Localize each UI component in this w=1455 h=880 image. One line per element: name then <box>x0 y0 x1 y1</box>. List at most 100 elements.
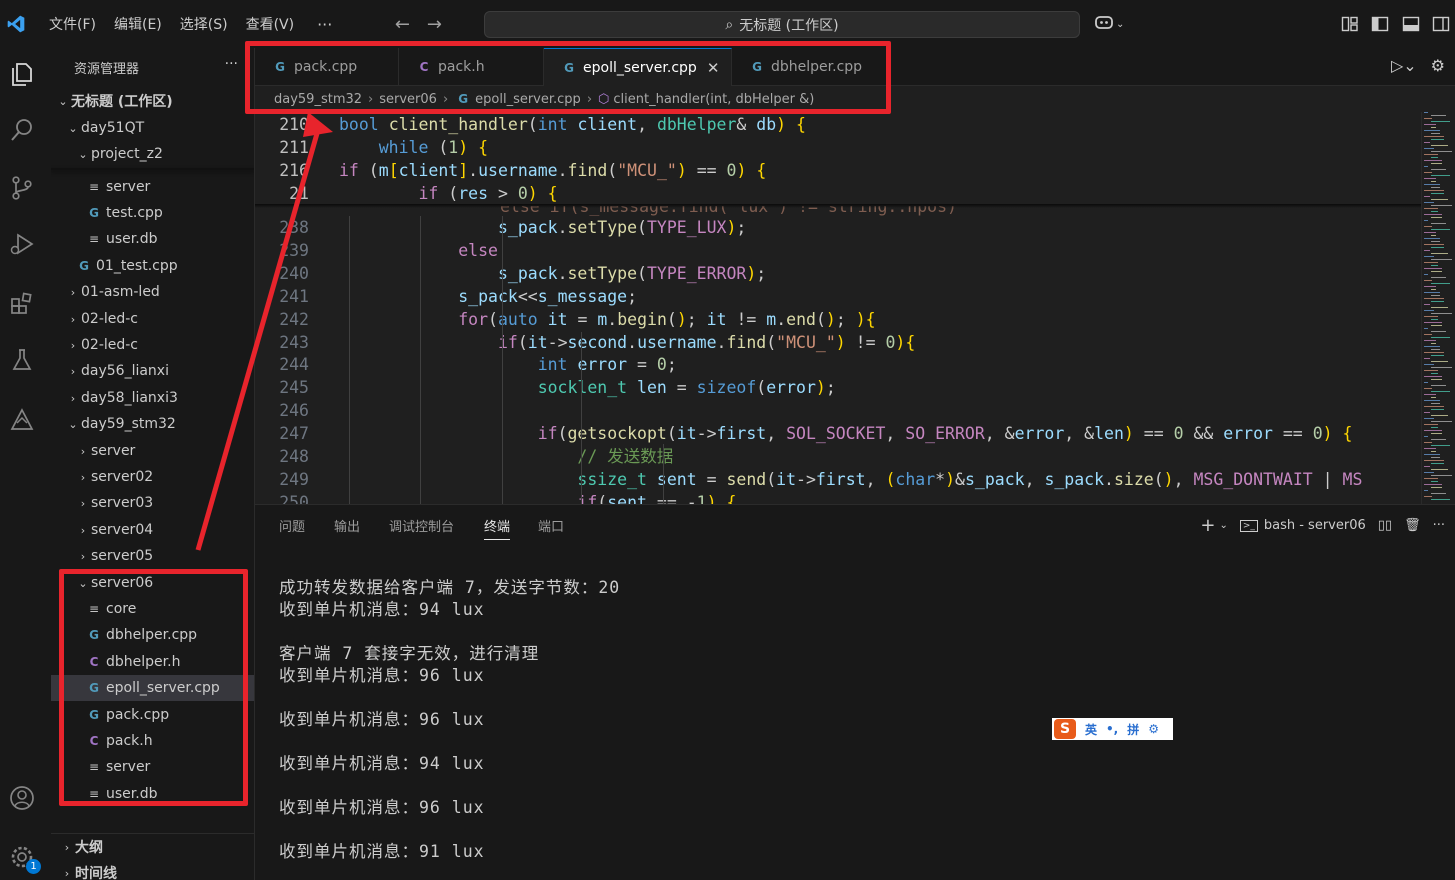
menu-selection[interactable]: 选择(S) <box>171 14 237 34</box>
testing-icon[interactable] <box>6 344 38 376</box>
run-debug-icon[interactable] <box>6 228 38 260</box>
tab-debug-console[interactable]: 调试控制台 <box>389 516 454 535</box>
tree-file[interactable]: Cdbhelper.h <box>51 649 254 675</box>
timeline-section[interactable]: › 时间线 <box>51 860 254 880</box>
back-arrow-icon[interactable]: ← <box>386 14 418 35</box>
toggle-secondary-sidebar-icon[interactable] <box>1432 15 1450 33</box>
tab-label: dbhelper.cpp <box>771 59 863 75</box>
tree-folder[interactable]: › 02-led-c <box>51 306 254 332</box>
indent-guide <box>420 216 421 504</box>
tree-folder[interactable]: › server02 <box>51 464 254 490</box>
chevron-right-icon: › <box>70 364 76 378</box>
sticky-scroll-header[interactable]: 210 bool client_handler(int client, dbHel… <box>255 112 1421 206</box>
terminal-output[interactable]: 成功转发数据给客户端 7，发送字节数：20 收到单片机消息：94 lux 客户端 7… <box>279 577 620 863</box>
ime-toolbar[interactable]: S 英 •, 拼 ⚙ <box>1052 718 1173 740</box>
tree-file[interactable]: ≡ core <box>51 596 254 622</box>
tree-item-label: day59_stm32 <box>81 416 176 432</box>
tree-folder[interactable]: ⌄ project_z2 <box>51 141 254 167</box>
kill-terminal-trash-icon[interactable]: 🗑 <box>1404 518 1421 533</box>
tree-folder[interactable]: ⌄ server06 <box>51 570 254 596</box>
tree-folder[interactable]: › day56_lianxi <box>51 358 254 384</box>
explorer-icon[interactable] <box>6 58 38 90</box>
tree-folder[interactable]: › 01-asm-led <box>51 279 254 305</box>
menu-file[interactable]: 文件(F) <box>40 14 105 34</box>
toggle-panel-icon[interactable] <box>1402 15 1420 33</box>
tab-label: pack.cpp <box>294 59 358 75</box>
copilot-menu-button[interactable]: ⌄ <box>1094 13 1132 35</box>
tab-pack-h[interactable]: C pack.h <box>399 48 544 86</box>
tree-file[interactable]: ≡ user.db <box>51 226 254 252</box>
source-control-icon[interactable] <box>6 172 38 204</box>
chevron-down-icon[interactable]: ⌄ <box>1219 520 1227 531</box>
tree-item-label: server02 <box>91 469 154 485</box>
code-editor[interactable]: else if(s_message.find("lux") != string:… <box>255 112 1421 504</box>
tree-folder[interactable]: › server <box>51 438 254 464</box>
code-text: int error = 0; <box>537 355 677 375</box>
tab-problems[interactable]: 问题 <box>279 516 305 535</box>
extensions-icon[interactable] <box>6 288 38 320</box>
tree-folder[interactable]: › 02-led-c <box>51 332 254 358</box>
terminal-name: bash - server06 <box>1263 518 1366 533</box>
tree-item-label: 02-led-c <box>81 337 139 353</box>
cpp-file-icon: G <box>458 92 469 106</box>
tree-folder[interactable]: › server03 <box>51 490 254 516</box>
close-icon[interactable]: ✕ <box>707 59 720 77</box>
code-line: 243 if(it->second.username.find("MCU_") … <box>255 331 1421 354</box>
code-text: // 发送数据 <box>577 447 674 466</box>
ime-pinyin[interactable]: 拼 <box>1127 721 1139 738</box>
tree-file[interactable]: ≡ server <box>51 754 254 780</box>
run-file-icon[interactable]: ▷⌄ <box>1391 56 1417 75</box>
tree-folder[interactable]: › server04 <box>51 517 254 543</box>
ime-mode[interactable]: 英 <box>1085 721 1097 738</box>
outline-section[interactable]: › 大纲 <box>51 834 254 860</box>
breadcrumb-folder[interactable]: day59_stm32 <box>274 92 362 107</box>
command-center-search[interactable]: ⌕ 无标题 (工作区) <box>484 11 1080 38</box>
tree-file[interactable]: Gpack.cpp <box>51 702 254 728</box>
tab-pack-cpp[interactable]: G pack.cpp <box>255 48 399 86</box>
customize-layout-icon[interactable] <box>1341 15 1359 33</box>
line-number: 249 <box>279 469 309 489</box>
ime-settings-gear-icon[interactable]: ⚙ <box>1148 722 1159 736</box>
breadcrumb-symbol[interactable]: client_handler(int, dbHelper &) <box>613 92 814 107</box>
explorer-more-button[interactable]: ··· <box>225 56 238 72</box>
ime-punct[interactable]: •, <box>1106 722 1118 736</box>
toggle-primary-sidebar-icon[interactable] <box>1371 15 1389 33</box>
tab-dbhelper-cpp[interactable]: G dbhelper.cpp <box>732 48 890 86</box>
tree-file[interactable]: Gdbhelper.cpp <box>51 622 254 648</box>
workspace-root[interactable]: ⌄ 无标题 (工作区) <box>51 88 254 114</box>
manage-gear-icon[interactable]: 1 <box>6 841 41 874</box>
tree-folder[interactable]: › server05 <box>51 543 254 569</box>
forward-arrow-icon[interactable]: → <box>418 14 450 35</box>
copilot-icon <box>1094 13 1114 35</box>
tree-folder[interactable]: ⌄ day59_stm32 <box>51 411 254 437</box>
code-text: s_pack.setType(TYPE_ERROR); <box>497 263 767 283</box>
minimap[interactable] <box>1421 112 1455 504</box>
breadcrumb-folder[interactable]: server06 <box>379 92 437 107</box>
terminal-instance[interactable]: >_ bash - server06 <box>1239 518 1366 533</box>
tab-epoll-server-cpp[interactable]: G epoll_server.cpp ✕ <box>544 48 732 86</box>
menu-more-button[interactable]: ··· <box>303 15 346 34</box>
editor-settings-gear-icon[interactable]: ⚙ <box>1431 56 1445 75</box>
remote-explorer-icon[interactable] <box>6 404 38 436</box>
split-terminal-icon[interactable]: ▯▯ <box>1378 518 1392 533</box>
tree-file[interactable]: ≡ server <box>51 174 254 200</box>
menu-edit[interactable]: 编辑(E) <box>105 14 171 34</box>
tree-file[interactable]: Gtest.cpp <box>51 200 254 226</box>
tab-terminal[interactable]: 终端 <box>484 516 511 540</box>
tree-folder[interactable]: › day58_lianxi3 <box>51 385 254 411</box>
tab-output[interactable]: 输出 <box>334 516 360 535</box>
tree-folder[interactable]: ⌄ day51QT <box>51 115 254 141</box>
account-icon[interactable] <box>6 782 38 814</box>
code-line: 248 // 发送数据 <box>255 445 1421 468</box>
search-icon[interactable] <box>6 114 38 146</box>
tree-file[interactable]: G 01_test.cpp <box>51 253 254 279</box>
tree-file[interactable]: ≡ user.db <box>51 781 254 807</box>
tab-ports[interactable]: 端口 <box>538 516 564 535</box>
breadcrumb-file[interactable]: epoll_server.cpp <box>475 92 581 107</box>
more-actions-icon[interactable]: ··· <box>1433 518 1445 533</box>
tree-file[interactable]: Cpack.h <box>51 728 254 754</box>
new-terminal-plus-icon[interactable]: + <box>1200 515 1215 536</box>
menu-view[interactable]: 查看(V) <box>237 14 304 34</box>
tree-file[interactable]: Gepoll_server.cpp <box>51 675 254 701</box>
